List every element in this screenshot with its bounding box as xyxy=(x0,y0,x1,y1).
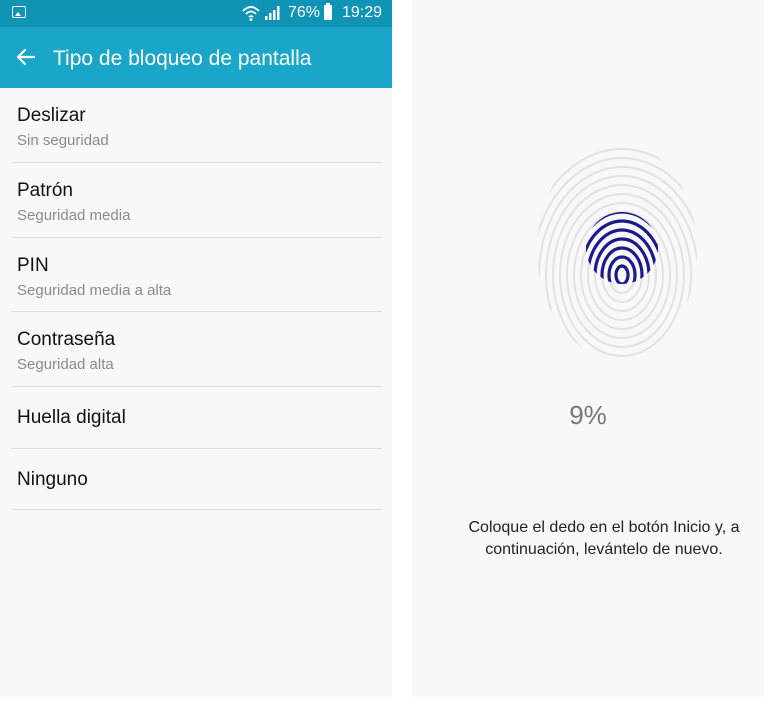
option-title: Huella digital xyxy=(17,407,126,428)
wifi-icon xyxy=(242,6,260,21)
fingerprint-graphic xyxy=(537,142,697,358)
option-ninguno[interactable]: Ninguno xyxy=(0,449,392,509)
battery-percent: 76% xyxy=(288,4,321,21)
scan-progress-percent: 9% xyxy=(569,400,607,430)
battery-icon xyxy=(324,3,332,20)
option-title: Patrón xyxy=(17,180,73,201)
option-huella-digital[interactable]: Huella digital xyxy=(0,387,392,447)
status-bar: 76% 19:29 xyxy=(0,0,392,27)
fingerprint-icon xyxy=(522,130,712,360)
back-arrow-icon[interactable] xyxy=(16,47,36,67)
instruction-text: Coloque el dedo en el botón Inicio y, a … xyxy=(468,519,740,558)
option-subtitle: Seguridad media a alta xyxy=(17,282,172,299)
option-title: Contraseña xyxy=(17,329,116,350)
option-subtitle: Seguridad alta xyxy=(17,356,114,373)
option-contrasena[interactable]: Contraseña Seguridad alta xyxy=(0,312,392,386)
gallery-icon xyxy=(12,6,26,18)
lock-type-screen: 76% 19:29 Tipo de bloqueo de pantalla De… xyxy=(0,0,392,697)
option-title: PIN xyxy=(17,255,49,276)
option-deslizar[interactable]: Deslizar Sin seguridad xyxy=(0,88,392,162)
clock: 19:29 xyxy=(342,4,383,21)
page-title: Tipo de bloqueo de pantalla xyxy=(53,47,312,70)
option-subtitle: Sin seguridad xyxy=(17,132,109,149)
option-patron[interactable]: Patrón Seguridad media xyxy=(0,163,392,237)
option-title: Ninguno xyxy=(17,469,88,490)
option-subtitle: Seguridad media xyxy=(17,207,131,224)
signal-icon xyxy=(265,6,280,20)
fingerprint-registration-screen: 9% Coloque el dedo en el botón Inicio y,… xyxy=(412,0,764,697)
app-bar: Tipo de bloqueo de pantalla xyxy=(0,27,392,88)
option-title: Deslizar xyxy=(17,105,86,126)
option-pin[interactable]: PIN Seguridad media a alta xyxy=(0,238,392,312)
divider xyxy=(11,509,382,510)
